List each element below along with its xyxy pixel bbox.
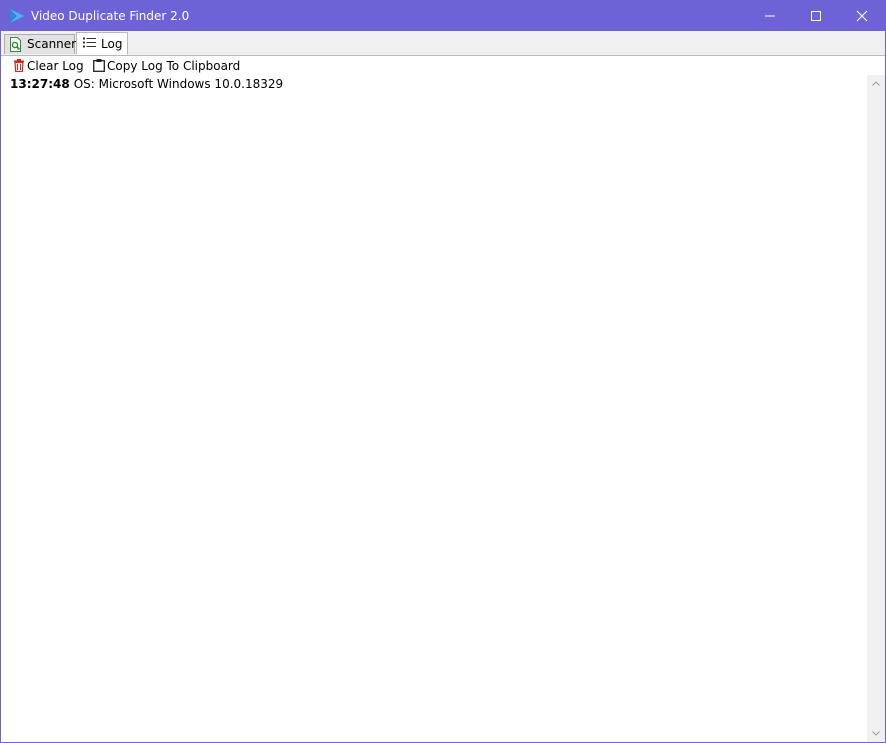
window-title: Video Duplicate Finder 2.0: [31, 9, 190, 23]
clipboard-icon: [93, 59, 105, 72]
title-bar[interactable]: Video Duplicate Finder 2.0: [1, 1, 885, 31]
chevron-down-icon: [872, 731, 880, 736]
tab-strip: Scanner Log: [1, 31, 885, 56]
minimize-button[interactable]: [747, 1, 793, 31]
trash-icon: [14, 59, 24, 72]
tab-log[interactable]: Log: [76, 32, 128, 55]
tab-scanner-label: Scanner: [27, 37, 77, 51]
close-icon: [856, 10, 868, 22]
app-window: Video Duplicate Finder 2.0 Scanner Log C…: [0, 0, 886, 743]
vertical-scrollbar[interactable]: [867, 75, 885, 742]
copy-log-label: Copy Log To Clipboard: [107, 59, 241, 73]
app-logo-icon: [9, 8, 25, 24]
log-toolbar: Clear Log Copy Log To Clipboard: [1, 56, 885, 75]
close-button[interactable]: [839, 1, 885, 31]
log-entry-message: OS: Microsoft Windows 10.0.18329: [73, 77, 284, 91]
scroll-up-button[interactable]: [867, 75, 885, 92]
log-entry: 13:27:48 OS: Microsoft Windows 10.0.18329: [10, 77, 283, 91]
clear-log-button[interactable]: Clear Log: [13, 58, 84, 74]
maximize-icon: [811, 11, 821, 21]
log-list[interactable]: 13:27:48 OS: Microsoft Windows 10.0.18329: [1, 75, 867, 742]
tab-scanner[interactable]: Scanner: [4, 34, 77, 54]
minimize-icon: [765, 15, 775, 17]
log-entry-time: 13:27:48: [10, 77, 70, 91]
chevron-up-icon: [872, 81, 880, 86]
tab-log-label: Log: [101, 37, 123, 51]
maximize-button[interactable]: [793, 1, 839, 31]
list-icon: [83, 37, 96, 48]
clear-log-label: Clear Log: [27, 59, 84, 73]
scroll-down-button[interactable]: [867, 725, 885, 742]
scanner-icon: [10, 37, 21, 52]
copy-log-button[interactable]: Copy Log To Clipboard: [93, 58, 240, 74]
